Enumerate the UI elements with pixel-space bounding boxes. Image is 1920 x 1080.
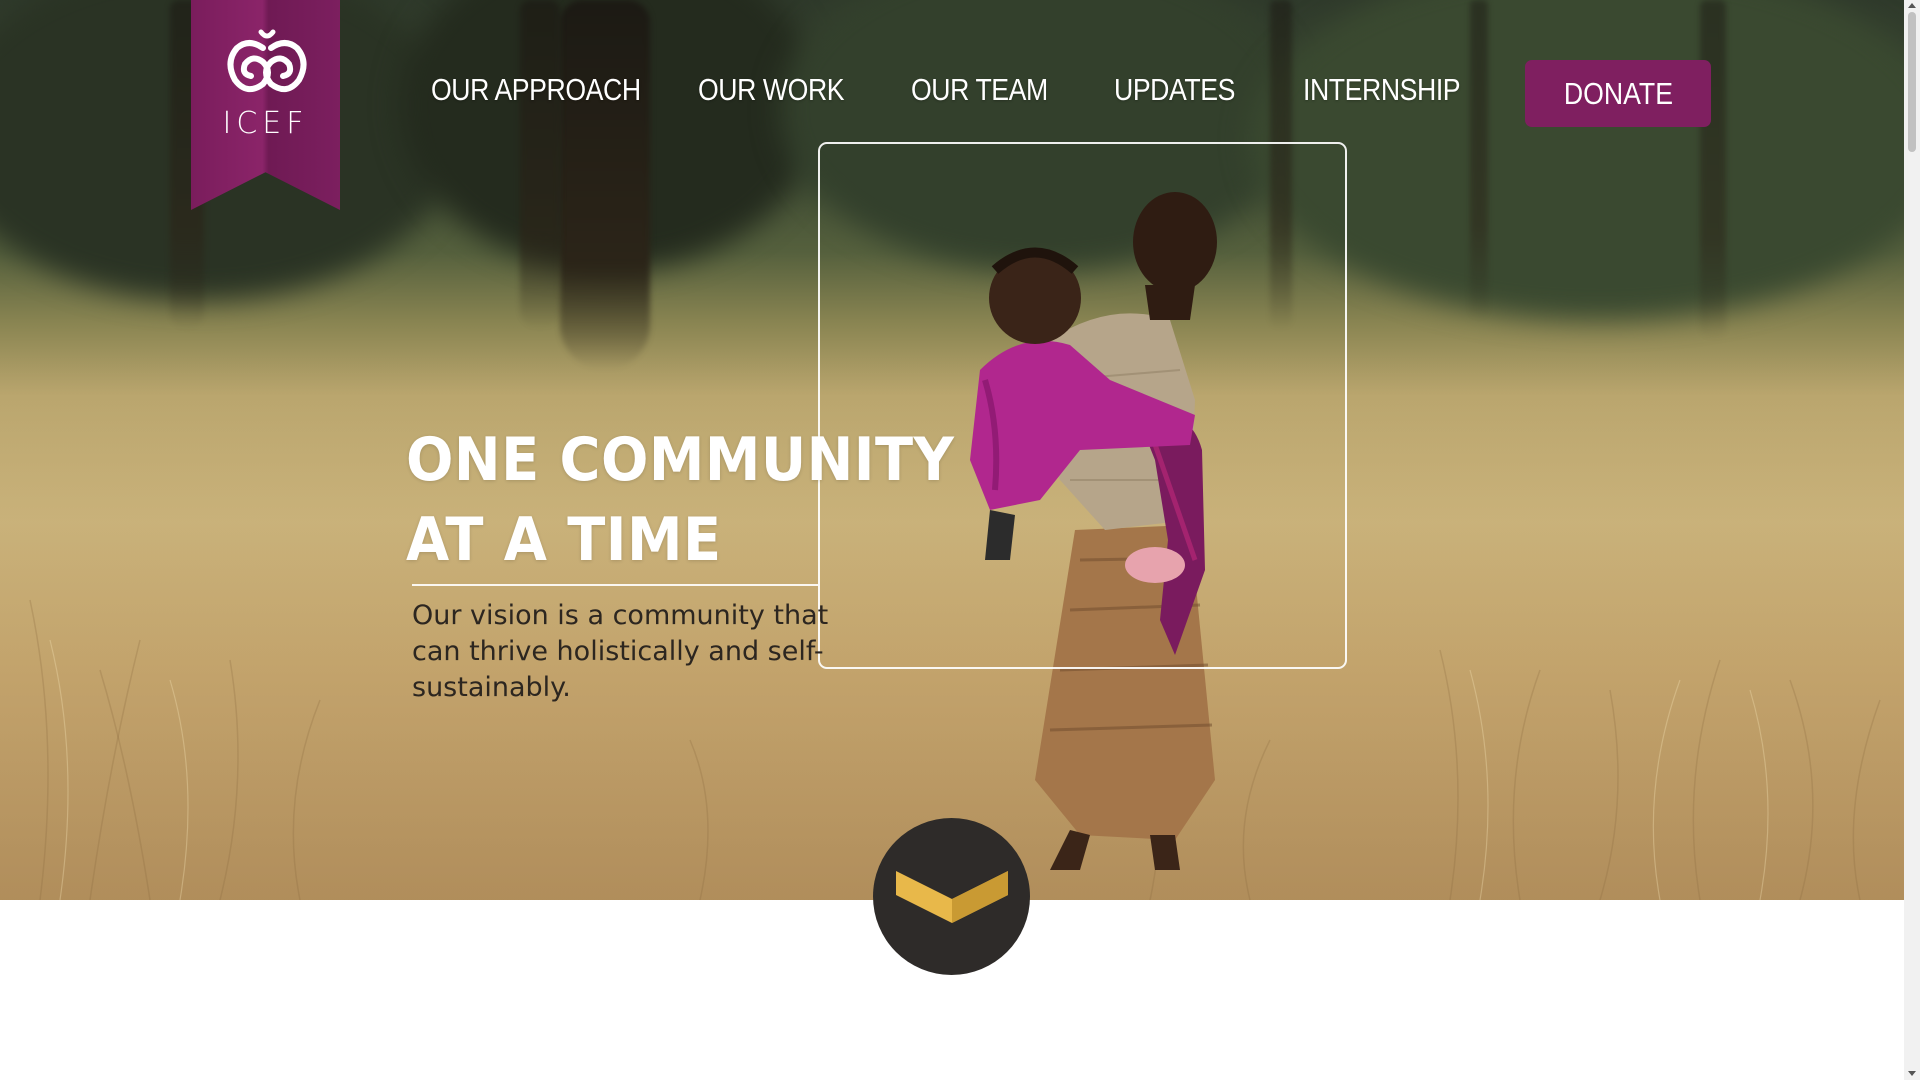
logo-text[interactable]: ICEF xyxy=(191,106,340,141)
photo-frame xyxy=(818,142,1347,669)
tree-trunk xyxy=(1470,0,1488,320)
tree-trunk xyxy=(1700,0,1726,340)
nav-our-approach[interactable]: OUR APPROACH xyxy=(431,72,641,108)
page-scrollbar[interactable] xyxy=(1904,0,1920,1080)
donate-label: DONATE xyxy=(1563,75,1673,111)
scroll-down-button[interactable] xyxy=(873,818,1030,975)
tree-trunk xyxy=(520,0,560,330)
nav-our-work[interactable]: OUR WORK xyxy=(698,72,845,108)
background-tree xyxy=(1250,0,1904,320)
donate-button[interactable]: DONATE xyxy=(1525,60,1711,127)
scroll-down-arrow-icon[interactable] xyxy=(1908,1071,1916,1076)
nav-updates[interactable]: UPDATES xyxy=(1114,72,1235,108)
hero-tagline: Our vision is a community that can thriv… xyxy=(412,600,829,703)
chevron-down-icon xyxy=(895,870,1008,923)
scrollbar-thumb[interactable] xyxy=(1908,12,1916,152)
hero-headline: ONE COMMUNITY AT A TIME xyxy=(406,420,996,580)
headline-divider xyxy=(412,584,818,586)
headline-line-1: ONE COMMUNITY xyxy=(406,425,955,495)
icef-swirl-logo-icon[interactable] xyxy=(223,28,311,100)
headline-line-2: AT A TIME xyxy=(406,505,722,575)
nav-our-team[interactable]: OUR TEAM xyxy=(911,72,1048,108)
tree-trunk xyxy=(560,0,650,370)
nav-internship[interactable]: INTERNSHIP xyxy=(1303,72,1461,108)
scroll-up-arrow-icon[interactable] xyxy=(1908,3,1916,8)
